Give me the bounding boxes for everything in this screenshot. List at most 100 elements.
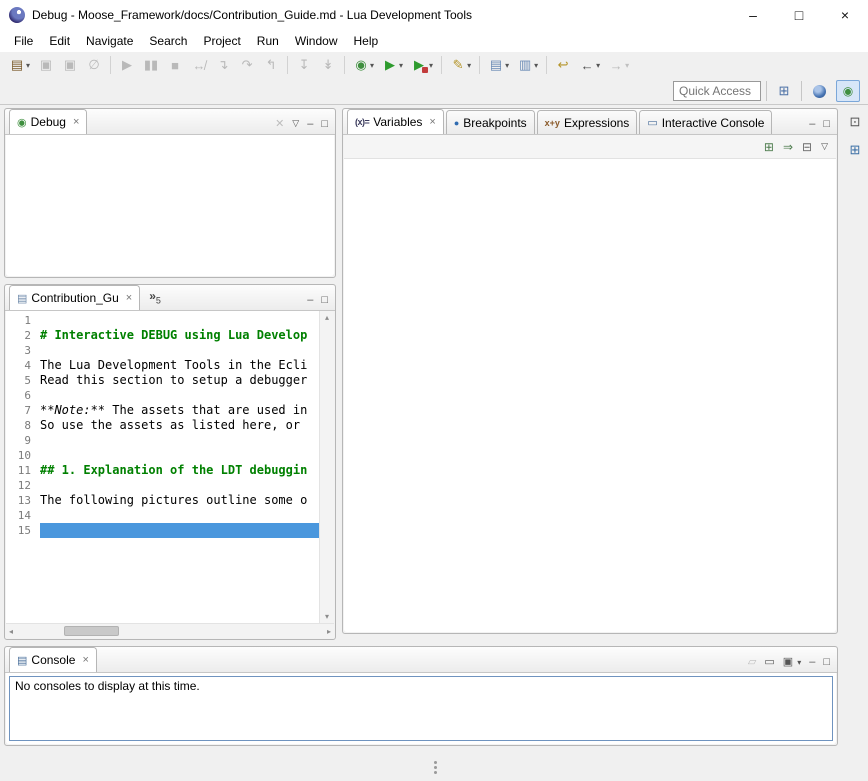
editor-line-9[interactable]: 9: [6, 433, 319, 448]
editor-line-14[interactable]: 14: [6, 508, 319, 523]
disconnect-button[interactable]: ↮: [188, 54, 210, 76]
editor-line-8[interactable]: 8So use the assets as listed here, or: [6, 418, 319, 433]
scroll-right-icon[interactable]: ▸: [327, 627, 331, 636]
menu-file[interactable]: File: [6, 31, 41, 51]
use-step-filters-button[interactable]: ↡: [317, 54, 339, 76]
scroll-up-icon[interactable]: ▴: [325, 313, 329, 322]
suspend-button[interactable]: ▮▮: [140, 54, 162, 76]
debug-view-content[interactable]: [6, 135, 334, 276]
dropdown-arrow-icon[interactable]: ▾: [26, 61, 30, 70]
close-tab-icon[interactable]: ×: [73, 116, 79, 128]
scroll-down-icon[interactable]: ▾: [325, 612, 329, 621]
editor-line-6[interactable]: 6: [6, 388, 319, 403]
scroll-left-icon[interactable]: ◂: [9, 627, 13, 636]
view-menu-button[interactable]: ▽: [821, 141, 828, 152]
minimize-window-button[interactable]: –: [730, 0, 776, 30]
maximize-panel-button[interactable]: □: [321, 294, 328, 306]
maximize-panel-button[interactable]: □: [823, 656, 830, 668]
menu-search[interactable]: Search: [141, 31, 195, 51]
dropdown-arrow-icon[interactable]: ▾: [505, 61, 509, 70]
menu-navigate[interactable]: Navigate: [78, 31, 141, 51]
last-edit-location-button[interactable]: ↩: [552, 54, 574, 76]
editor-line-12[interactable]: 12: [6, 478, 319, 493]
editor-line-10[interactable]: 10: [6, 448, 319, 463]
menu-help[interactable]: Help: [346, 31, 387, 51]
minimize-panel-button[interactable]: –: [809, 118, 815, 130]
dropdown-arrow-icon[interactable]: ▾: [467, 61, 471, 70]
dropdown-arrow-icon[interactable]: ▾: [625, 61, 629, 70]
dropdown-arrow-icon[interactable]: ▾: [370, 61, 374, 70]
resume-button[interactable]: ▶: [116, 54, 138, 76]
menu-run[interactable]: Run: [249, 31, 287, 51]
menu-edit[interactable]: Edit: [41, 31, 78, 51]
collapse-all-button[interactable]: ⊟: [802, 140, 812, 154]
save-all-button[interactable]: ▣: [59, 54, 81, 76]
back-button[interactable]: ←▾: [576, 54, 603, 76]
terminate-button[interactable]: ■: [164, 54, 186, 76]
editor-line-13[interactable]: 13The following pictures outline some o: [6, 493, 319, 508]
run-button[interactable]: ▶▾: [379, 54, 406, 76]
debug-button[interactable]: ◉▾: [350, 54, 377, 76]
tab-interactive-console[interactable]: ▭ Interactive Console: [639, 110, 772, 134]
menu-window[interactable]: Window: [287, 31, 346, 51]
editor-line-5[interactable]: 5Read this section to setup a debugger: [6, 373, 319, 388]
debug-perspective-button[interactable]: ◉: [836, 80, 860, 102]
trim-drag-handle[interactable]: [434, 761, 437, 764]
external-tools-button[interactable]: ▶▾: [408, 54, 436, 76]
minimize-panel-button[interactable]: –: [809, 656, 815, 668]
editor-line-4[interactable]: 4The Lua Development Tools in the Ecli: [6, 358, 319, 373]
editor-line-2[interactable]: 2# Interactive DEBUG using Lua Develop: [6, 328, 319, 343]
restore-view-button[interactable]: ⊡: [845, 112, 865, 132]
console-message-area[interactable]: No consoles to display at this time.: [9, 676, 833, 741]
tab-variables[interactable]: (x)= Variables ×: [347, 109, 444, 134]
maximize-window-button[interactable]: □: [776, 0, 822, 30]
editor-line-7[interactable]: 7**Note:** The assets that are used in: [6, 403, 319, 418]
show-type-names-button[interactable]: ⊞: [764, 140, 774, 154]
dropdown-arrow-icon[interactable]: ▾: [596, 61, 600, 70]
editor-line-1[interactable]: 1: [6, 313, 319, 328]
variables-view-content[interactable]: [344, 159, 836, 632]
dropdown-arrow-icon[interactable]: ▾: [534, 61, 538, 70]
forward-button[interactable]: →▾: [605, 54, 632, 76]
close-tab-icon[interactable]: ×: [82, 654, 88, 666]
ldt-perspective-button[interactable]: [807, 80, 831, 102]
editor-line-15[interactable]: 15: [6, 523, 319, 538]
close-tab-icon[interactable]: ×: [429, 116, 435, 128]
quick-access-input[interactable]: [673, 81, 761, 101]
dropdown-arrow-icon[interactable]: ▾: [429, 61, 433, 70]
menu-project[interactable]: Project: [195, 31, 248, 51]
scrollbar-thumb[interactable]: [64, 626, 119, 636]
drop-to-frame-button[interactable]: ↧: [293, 54, 315, 76]
editor-vertical-scrollbar[interactable]: ▴ ▾: [319, 311, 334, 623]
close-window-button[interactable]: ×: [822, 0, 868, 30]
new-button[interactable]: ▤▾: [6, 54, 33, 76]
step-over-button[interactable]: ↷: [236, 54, 258, 76]
minimize-panel-button[interactable]: –: [307, 118, 313, 130]
editor-line-3[interactable]: 3: [6, 343, 319, 358]
dropdown-arrow-icon[interactable]: ▾: [399, 61, 403, 70]
open-perspective-button[interactable]: ⊞: [772, 80, 796, 102]
close-tab-icon[interactable]: ×: [126, 292, 132, 304]
editor-horizontal-scrollbar[interactable]: ◂ ▸: [6, 623, 334, 638]
maximize-panel-button[interactable]: □: [321, 118, 328, 130]
editor-tab-overflow[interactable]: »5: [149, 289, 161, 305]
view-menu-button[interactable]: ▽: [292, 118, 299, 129]
remove-terminated-button[interactable]: ✕: [275, 117, 284, 130]
step-into-button[interactable]: ↴: [212, 54, 234, 76]
open-element-button[interactable]: ▥▾: [514, 54, 541, 76]
minimize-panel-button[interactable]: –: [307, 294, 313, 306]
editor-lines[interactable]: 12# Interactive DEBUG using Lua Develop3…: [6, 311, 319, 623]
tab-console[interactable]: ▤ Console ×: [9, 647, 97, 672]
editor-line-11[interactable]: 11## 1. Explanation of the LDT debuggin: [6, 463, 319, 478]
mark-occurrences-button[interactable]: ✎▾: [447, 54, 474, 76]
save-button[interactable]: ▣: [35, 54, 57, 76]
display-selected-console-button[interactable]: ▭: [764, 655, 774, 668]
show-logical-structure-button[interactable]: ⇒: [783, 140, 793, 154]
tab-expressions[interactable]: x+y Expressions: [537, 110, 638, 134]
open-console-button[interactable]: ▣ ▾: [783, 655, 801, 668]
new-wizard-button[interactable]: ▤▾: [485, 54, 512, 76]
dropdown-arrow-icon[interactable]: ▾: [797, 658, 801, 667]
outline-view-button[interactable]: ⊞: [845, 140, 865, 160]
skip-all-breakpoints-button[interactable]: ∅: [83, 54, 105, 76]
tab-breakpoints[interactable]: ● Breakpoints: [446, 110, 535, 134]
